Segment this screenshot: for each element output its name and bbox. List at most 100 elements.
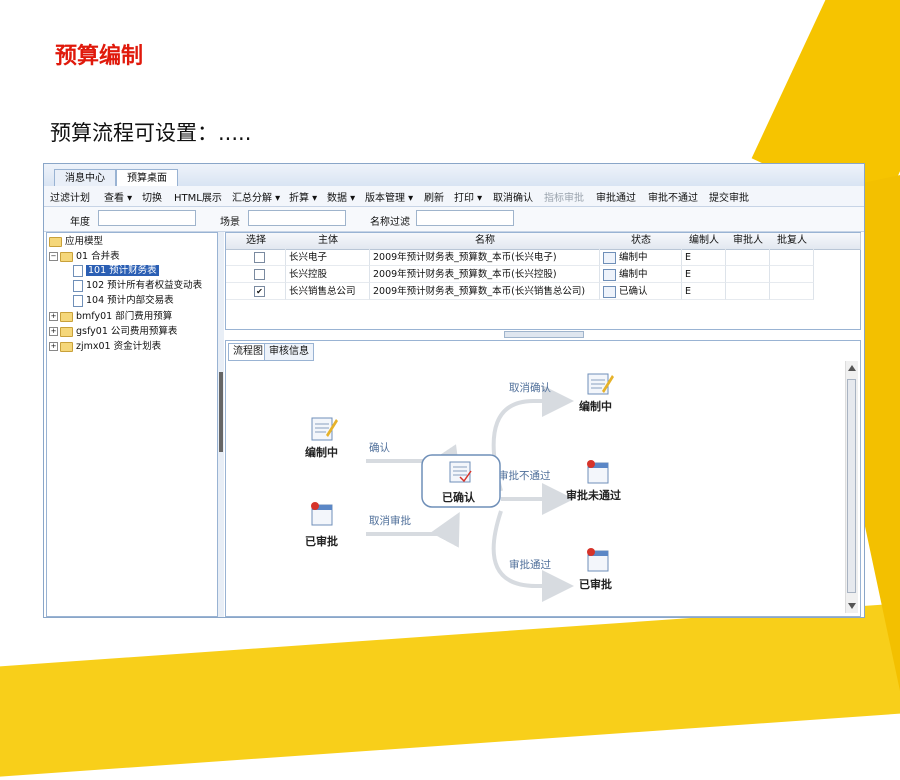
- svg-text:审批未通过: 审批未通过: [566, 488, 621, 502]
- document-icon: [73, 279, 83, 292]
- tab-audit-info[interactable]: 审核信息: [264, 343, 314, 361]
- column-header-entity[interactable]: 主体: [286, 233, 371, 250]
- decorative-stripe-bottom: [0, 599, 900, 780]
- column-header-preparer[interactable]: 编制人: [682, 233, 727, 250]
- edge-label-cancel-approval: 取消审批: [369, 514, 411, 527]
- tree-item[interactable]: + bmfy01 部门费用预算: [49, 310, 172, 324]
- cell-reviewer: [770, 266, 814, 283]
- vertical-scrollbar[interactable]: [845, 361, 858, 613]
- scroll-down-icon[interactable]: [848, 603, 856, 609]
- edge-label-confirm: 确认: [369, 441, 390, 454]
- flow-panel: 流程图 审核信息 确认 取消审批 取消确认 审批不通过 审批通过 编制中 已审批…: [225, 340, 861, 617]
- node-approved-left[interactable]: 已审批: [305, 502, 338, 548]
- toolbar-aggregate-menu[interactable]: 汇总分解 ▾: [232, 189, 280, 204]
- toolbar-submit-approval[interactable]: 提交审批: [709, 189, 749, 204]
- row-checkbox[interactable]: [254, 252, 265, 263]
- document-icon: [73, 294, 83, 307]
- vertical-splitter[interactable]: [504, 331, 584, 338]
- toolbar-reject[interactable]: 审批不通过: [648, 189, 698, 204]
- toolbar-view-menu[interactable]: 查看 ▾: [104, 189, 132, 204]
- row-checkbox[interactable]: [254, 269, 265, 280]
- scroll-thumb[interactable]: [847, 379, 856, 593]
- panel-splitter[interactable]: [218, 232, 224, 617]
- column-header-reviewer[interactable]: 批复人: [770, 233, 815, 250]
- scene-label: 场景: [220, 217, 240, 228]
- tree-item[interactable]: −01 合并表: [49, 250, 120, 264]
- scroll-up-icon[interactable]: [848, 365, 856, 371]
- toolbar-approve[interactable]: 审批通过: [596, 189, 636, 204]
- tab-flowchart[interactable]: 流程图: [228, 343, 268, 361]
- expand-icon[interactable]: +: [49, 312, 58, 321]
- node-editing-right[interactable]: 编制中: [579, 373, 614, 413]
- toolbar-version-menu[interactable]: 版本管理 ▾: [365, 189, 413, 204]
- svg-text:已确认: 已确认: [442, 490, 476, 504]
- tree-item[interactable]: 102 预计所有者权益变动表: [73, 279, 202, 293]
- table-row[interactable]: [226, 249, 286, 266]
- row-checkbox-checked[interactable]: ✔: [254, 286, 265, 297]
- year-label: 年度: [70, 217, 90, 228]
- tree-item[interactable]: 应用模型: [49, 235, 103, 249]
- scene-input[interactable]: [248, 210, 346, 226]
- node-approved-right[interactable]: 已审批: [579, 548, 612, 591]
- svg-text:已审批: 已审批: [579, 577, 612, 591]
- node-rejected[interactable]: 审批未通过: [566, 460, 621, 502]
- splitter-grip[interactable]: [219, 372, 223, 452]
- toolbar-html-view[interactable]: HTML展示: [174, 189, 222, 204]
- column-header-select[interactable]: 选择: [226, 233, 287, 250]
- tree-item[interactable]: 101 预计财务表: [73, 264, 159, 278]
- cell-entity: 长兴销售总公司: [286, 283, 370, 300]
- budget-app-window: 消息中心 预算桌面 过滤计划 查看 ▾ 切换 HTML展示 汇总分解 ▾ 折算 …: [43, 163, 865, 618]
- table-row[interactable]: [226, 266, 286, 283]
- year-input[interactable]: [98, 210, 196, 226]
- report-table: 选择 主体 名称 状态 编制人 审批人 批复人 长兴电子 2009年预计财务表_…: [225, 232, 861, 330]
- edge-label-reject: 审批不通过: [498, 469, 551, 482]
- tree-item[interactable]: + gsfy01 公司费用预算表: [49, 325, 177, 339]
- svg-text:编制中: 编制中: [305, 445, 338, 459]
- cell-entity: 长兴电子: [286, 249, 370, 266]
- node-confirmed[interactable]: 已确认: [421, 454, 501, 508]
- filter-bar: 年度 场景 名称过滤: [44, 207, 864, 232]
- node-editing-left[interactable]: 编制中: [305, 417, 338, 459]
- edge-label-cancel-confirm: 取消确认: [509, 381, 551, 394]
- cell-status: 编制中: [600, 266, 682, 283]
- folder-icon: [60, 326, 73, 337]
- toolbar-indicator-approval[interactable]: 指标审批: [544, 189, 584, 204]
- edge-label-pass: 审批通过: [509, 558, 551, 571]
- toolbar: 过滤计划 查看 ▾ 切换 HTML展示 汇总分解 ▾ 折算 ▾ 数据 ▾ 版本管…: [44, 186, 864, 207]
- slide-heading: 预算编制: [55, 44, 144, 69]
- toolbar-switch[interactable]: 切换: [142, 189, 162, 204]
- cell-name[interactable]: 2009年预计财务表_预算数_本币(长兴销售总公司): [370, 283, 600, 300]
- toolbar-filter-plan[interactable]: 过滤计划: [50, 189, 90, 204]
- toolbar-refresh[interactable]: 刷新: [424, 189, 444, 204]
- expand-icon[interactable]: +: [49, 342, 58, 351]
- expand-icon[interactable]: +: [49, 327, 58, 336]
- cell-name[interactable]: 2009年预计财务表_预算数_本币(长兴电子): [370, 249, 600, 266]
- tree-item[interactable]: + zjmx01 资金计划表: [49, 340, 161, 354]
- stamp-icon: [587, 548, 595, 556]
- cell-reviewer: [770, 249, 814, 266]
- tab-message-center[interactable]: 消息中心: [54, 169, 116, 187]
- tab-budget-desktop[interactable]: 预算桌面: [116, 169, 178, 187]
- document-icon: [73, 264, 83, 277]
- cell-status: 已确认: [600, 283, 682, 300]
- stamp-icon: [587, 460, 595, 468]
- toolbar-cancel-confirm[interactable]: 取消确认: [493, 189, 533, 204]
- column-header-approver[interactable]: 审批人: [726, 233, 771, 250]
- column-header-status[interactable]: 状态: [600, 233, 683, 250]
- name-filter-input[interactable]: [416, 210, 514, 226]
- tree-item[interactable]: 104 预计内部交易表: [73, 294, 174, 308]
- tab-bar: 消息中心 预算桌面: [44, 164, 864, 187]
- collapse-icon[interactable]: −: [49, 252, 58, 261]
- svg-text:编制中: 编制中: [579, 399, 612, 413]
- slide-subtitle: 预算流程可设置：.....: [50, 121, 252, 145]
- svg-text:已审批: 已审批: [305, 534, 338, 548]
- column-header-name[interactable]: 名称: [370, 233, 601, 250]
- toolbar-print-menu[interactable]: 打印 ▾: [454, 189, 482, 204]
- toolbar-data-menu[interactable]: 数据 ▾: [327, 189, 355, 204]
- toolbar-convert-menu[interactable]: 折算 ▾: [289, 189, 317, 204]
- model-tree: 应用模型 −01 合并表 101 预计财务表 102 预计所有者权益变动表 10…: [46, 232, 218, 617]
- cell-reviewer: [770, 283, 814, 300]
- cell-name[interactable]: 2009年预计财务表_预算数_本币(长兴控股): [370, 266, 600, 283]
- table-row[interactable]: ✔: [226, 283, 286, 300]
- confirmed-status-icon: [603, 285, 616, 298]
